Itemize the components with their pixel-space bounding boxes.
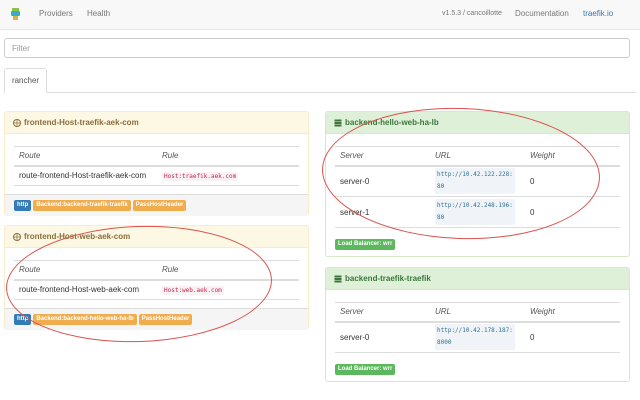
backend-badge[interactable]: Backend:backend-hello-web-ha-lb <box>33 314 137 325</box>
frontend-panel-heading: frontend-Host-web-aek-com <box>5 226 308 248</box>
server-weight: 0 <box>525 196 620 228</box>
route-name: route-frontend-Host-web-aek-com <box>14 279 157 300</box>
nav-traefik-io-link[interactable]: traefik.io <box>583 9 613 18</box>
backend-panel-heading: backend-hello-web-ha-lb <box>326 112 629 134</box>
rule-value: Host:web.aek.com <box>162 286 224 296</box>
passhostheader-badge: PassHostHeader <box>132 200 187 211</box>
frontend-title: frontend-Host-web-aek-com <box>24 231 131 241</box>
traefik-logo-icon[interactable] <box>11 8 20 20</box>
frontend-title: frontend-Host-traefik-aek-com <box>24 117 139 127</box>
url-port: 8000 <box>437 339 452 347</box>
column-header-url: URL <box>430 302 525 323</box>
server-url[interactable]: http://10.42.248.196: 80 <box>435 199 515 225</box>
backend-footer: Load Balancer: wrr <box>326 358 629 380</box>
url-host: http://10.42.178.187: <box>437 327 513 335</box>
entrypoint-badge: http <box>14 314 32 325</box>
backend-badge[interactable]: Backend:backend-traefik-traefik <box>33 200 131 211</box>
rule-value: Host:traefik.aek.com <box>162 172 239 182</box>
backend-panel-hello-web: backend-hello-web-ha-lb Server URL Weigh… <box>325 111 630 257</box>
server-url[interactable]: http://10.42.122.228: 80 <box>435 168 515 195</box>
server-name: server-0 <box>335 321 430 353</box>
frontend-panel-traefik: frontend-Host-traefik-aek-com Route Rule… <box>4 111 309 216</box>
column-header-server: Server <box>335 146 430 167</box>
passhostheader-badge: PassHostHeader <box>138 314 193 325</box>
server-stack-icon <box>334 275 342 283</box>
server-weight: 0 <box>525 165 620 197</box>
tabs-divider <box>4 92 636 93</box>
filter-input[interactable] <box>4 38 630 58</box>
table-row: server-0 http://10.42.122.228: 80 0 <box>335 165 620 197</box>
server-name: server-0 <box>335 165 430 197</box>
frontend-panel-heading: frontend-Host-traefik-aek-com <box>5 112 308 134</box>
table-row: route-frontend-Host-traefik-aek-com Host… <box>14 165 299 186</box>
column-header-weight: Weight <box>525 146 620 167</box>
frontend-routes-table: Route Rule route-frontend-Host-web-aek-c… <box>14 260 299 300</box>
column-header-weight: Weight <box>525 302 620 323</box>
frontend-badges: http Backend:backend-hello-web-ha-lb Pas… <box>5 308 308 330</box>
url-port: 80 <box>437 214 445 221</box>
load-balancer-badge: Load Balancer: wrr <box>335 238 396 250</box>
backend-servers-table: Server URL Weight server-0 http://10.42.… <box>335 302 620 353</box>
column-header-route: Route <box>14 146 157 167</box>
backend-footer: Load Balancer: wrr <box>326 233 629 255</box>
nav-documentation-link[interactable]: Documentation <box>515 9 569 18</box>
backend-title: backend-hello-web-ha-lb <box>345 117 439 127</box>
url-host: http://10.42.248.196: <box>437 202 513 209</box>
server-weight: 0 <box>525 321 620 353</box>
column-header-url: URL <box>430 146 525 167</box>
table-row: server-0 http://10.42.178.187: 8000 0 <box>335 321 620 353</box>
globe-icon <box>13 118 21 127</box>
server-name: server-1 <box>335 196 430 228</box>
top-navbar: Providers Health v1.5.3 / cancoillotte D… <box>0 0 640 30</box>
column-header-rule: Rule <box>157 260 299 281</box>
backend-servers-table: Server URL Weight server-0 http://10.42.… <box>335 146 620 228</box>
server-url[interactable]: http://10.42.178.187: 8000 <box>435 324 515 351</box>
load-balancer-badge: Load Balancer: wrr <box>335 363 396 375</box>
table-row: route-frontend-Host-web-aek-com Host:web… <box>14 279 299 300</box>
server-stack-icon <box>334 119 342 127</box>
version-text: v1.5.3 / cancoillotte <box>442 10 502 17</box>
column-header-rule: Rule <box>157 146 299 167</box>
route-name: route-frontend-Host-traefik-aek-com <box>14 165 157 186</box>
nav-providers-link[interactable]: Providers <box>39 9 73 18</box>
tab-rancher[interactable]: rancher <box>4 68 47 93</box>
url-port: 80 <box>437 183 445 191</box>
frontend-routes-table: Route Rule route-frontend-Host-traefik-a… <box>14 146 299 186</box>
backend-panel-traefik: backend-traefik-traefik Server URL Weigh… <box>325 267 630 382</box>
backend-panel-heading: backend-traefik-traefik <box>326 268 629 290</box>
backend-title: backend-traefik-traefik <box>345 273 431 283</box>
column-header-route: Route <box>14 260 157 281</box>
column-header-server: Server <box>335 302 430 323</box>
frontend-badges: http Backend:backend-traefik-traefik Pas… <box>5 194 308 216</box>
url-host: http://10.42.122.228: <box>437 171 513 179</box>
frontend-panel-web: frontend-Host-web-aek-com Route Rule rou… <box>4 225 309 330</box>
table-row: server-1 http://10.42.248.196: 80 0 <box>335 196 620 228</box>
entrypoint-badge: http <box>14 200 32 211</box>
nav-health-link[interactable]: Health <box>87 9 110 18</box>
globe-icon <box>13 232 21 241</box>
